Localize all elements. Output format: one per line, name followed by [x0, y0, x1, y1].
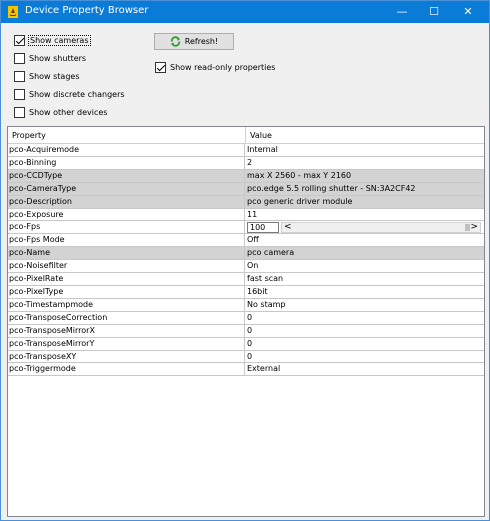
property-cell: pco-CameraType — [8, 182, 245, 195]
table-row[interactable]: pco-TransposeXY 0 — [8, 350, 484, 364]
table-row[interactable]: pco-Noisefilter On — [8, 260, 484, 274]
show-readonly-checkbox[interactable]: Show read-only properties — [155, 60, 275, 74]
value-cell: pco.edge 5.5 rolling shutter - SN:3A2CF4… — [247, 183, 416, 193]
value-cell[interactable]: 0 — [246, 338, 484, 350]
checkbox-label: Show read-only properties — [170, 62, 276, 72]
property-cell: pco-TransposeMirrorX — [8, 324, 245, 337]
fps-input[interactable]: 100 — [247, 222, 279, 234]
value-cell: pco camera — [247, 248, 295, 258]
property-cell: pco-Description — [8, 195, 245, 208]
table-row[interactable]: pco-PixelType 16bit — [8, 285, 484, 299]
value-cell[interactable]: 2 — [246, 157, 484, 169]
checkbox-label: Show shutters — [29, 53, 87, 63]
column-divider[interactable] — [245, 127, 246, 144]
checkbox-label: Show cameras — [28, 34, 91, 46]
property-cell: pco-TransposeXY — [8, 350, 245, 363]
minimize-button[interactable]: — — [387, 1, 417, 23]
table-row[interactable]: pco-CCDType max X 2560 - max Y 2160 — [8, 169, 484, 183]
property-grid[interactable]: Property Value pco-Acquiremode Internal … — [7, 126, 485, 517]
table-row[interactable]: pco-Exposure 11 — [8, 208, 484, 222]
checkbox-label: Show other devices — [29, 107, 108, 117]
title-bar[interactable]: Device Property Browser — ☐ ✕ — [1, 1, 489, 23]
value-cell[interactable]: 0 — [246, 312, 484, 324]
window-title: Device Property Browser — [25, 5, 149, 16]
checkbox-box[interactable] — [14, 34, 25, 46]
property-cell: pco-Timestampmode — [8, 298, 245, 311]
grid-rows: pco-Acquiremode Internal pco-Binning 2 p… — [8, 144, 484, 377]
value-cell: pco generic driver module — [247, 196, 353, 206]
close-button[interactable]: ✕ — [453, 1, 483, 23]
checkbox-label: Show discrete changers — [29, 89, 125, 99]
maximize-button[interactable]: ☐ — [419, 1, 449, 23]
value-cell[interactable]: 0 — [246, 325, 484, 337]
table-row[interactable]: pco-Fps 100 < > — [8, 221, 484, 235]
table-row[interactable]: pco-Acquiremode Internal — [8, 144, 484, 157]
column-header-property[interactable]: Property — [12, 131, 46, 140]
checkbox-box[interactable] — [14, 52, 25, 64]
property-cell: pco-PixelRate — [8, 273, 245, 285]
slider-right-arrow[interactable]: > — [470, 222, 478, 232]
property-cell: pco-TransposeMirrorY — [8, 337, 245, 350]
table-row[interactable]: pco-TransposeMirrorY 0 — [8, 337, 484, 351]
checkbox-box[interactable] — [14, 106, 25, 118]
table-row[interactable]: pco-Name pco camera — [8, 247, 484, 261]
property-cell: pco-Noisefilter — [8, 260, 245, 273]
property-cell: pco-Acquiremode — [8, 144, 245, 156]
value-cell[interactable]: fast scan — [246, 273, 484, 285]
column-header-value[interactable]: Value — [250, 131, 272, 140]
value-cell: max X 2560 - max Y 2160 — [247, 170, 352, 180]
property-cell: pco-Fps — [8, 221, 245, 234]
refresh-button[interactable]: Refresh! — [154, 33, 234, 50]
checkbox-label: Show stages — [29, 71, 80, 81]
value-cell[interactable]: 16bit — [246, 286, 484, 298]
fps-slider[interactable]: < > — [281, 222, 481, 234]
show-other-devices-checkbox[interactable]: Show other devices — [14, 105, 107, 119]
device-property-browser-window: Device Property Browser — ☐ ✕ Show camer… — [0, 0, 490, 521]
show-stages-checkbox[interactable]: Show stages — [14, 69, 80, 83]
table-row[interactable]: pco-Fps Mode Off — [8, 234, 484, 248]
refresh-button-label: Refresh! — [184, 37, 219, 46]
table-row[interactable]: pco-PixelRate fast scan — [8, 273, 484, 286]
slider-thumb[interactable] — [465, 224, 470, 232]
show-shutters-checkbox[interactable]: Show shutters — [14, 51, 86, 65]
property-cell: pco-TransposeCorrection — [8, 311, 245, 324]
property-cell: pco-Triggermode — [8, 363, 245, 376]
property-cell: pco-Exposure — [8, 208, 245, 221]
property-cell: pco-Name — [8, 247, 245, 260]
refresh-icon — [170, 36, 180, 47]
checkbox-box[interactable] — [14, 88, 25, 100]
show-cameras-checkbox[interactable]: Show cameras — [14, 33, 91, 47]
value-cell[interactable]: External — [246, 363, 484, 375]
value-cell[interactable]: On — [246, 260, 484, 272]
value-cell[interactable]: 11 — [246, 209, 484, 221]
table-row[interactable]: pco-TransposeCorrection 0 — [8, 311, 484, 325]
value-cell[interactable]: No stamp — [246, 299, 484, 311]
property-cell: pco-Fps Mode — [8, 234, 245, 247]
app-icon — [8, 6, 18, 18]
table-row[interactable]: pco-Timestampmode No stamp — [8, 298, 484, 312]
property-cell: pco-CCDType — [8, 169, 245, 182]
slider-left-arrow[interactable]: < — [284, 222, 292, 232]
checkbox-box[interactable] — [155, 61, 166, 73]
value-cell[interactable]: Off — [246, 234, 484, 246]
checkbox-box[interactable] — [14, 70, 25, 82]
table-row[interactable]: pco-Triggermode External — [8, 363, 484, 377]
table-row[interactable]: pco-TransposeMirrorX 0 — [8, 324, 484, 338]
table-row[interactable]: pco-CameraType pco.edge 5.5 rolling shut… — [8, 182, 484, 196]
show-discrete-changers-checkbox[interactable]: Show discrete changers — [14, 87, 125, 101]
table-row[interactable]: pco-Binning 2 — [8, 156, 484, 170]
property-cell: pco-Binning — [8, 156, 245, 169]
value-cell[interactable]: 0 — [246, 351, 484, 363]
value-cell[interactable]: Internal — [246, 144, 484, 156]
table-row[interactable]: pco-Description pco generic driver modul… — [8, 195, 484, 209]
grid-header: Property Value — [8, 127, 484, 144]
property-cell: pco-PixelType — [8, 285, 245, 298]
